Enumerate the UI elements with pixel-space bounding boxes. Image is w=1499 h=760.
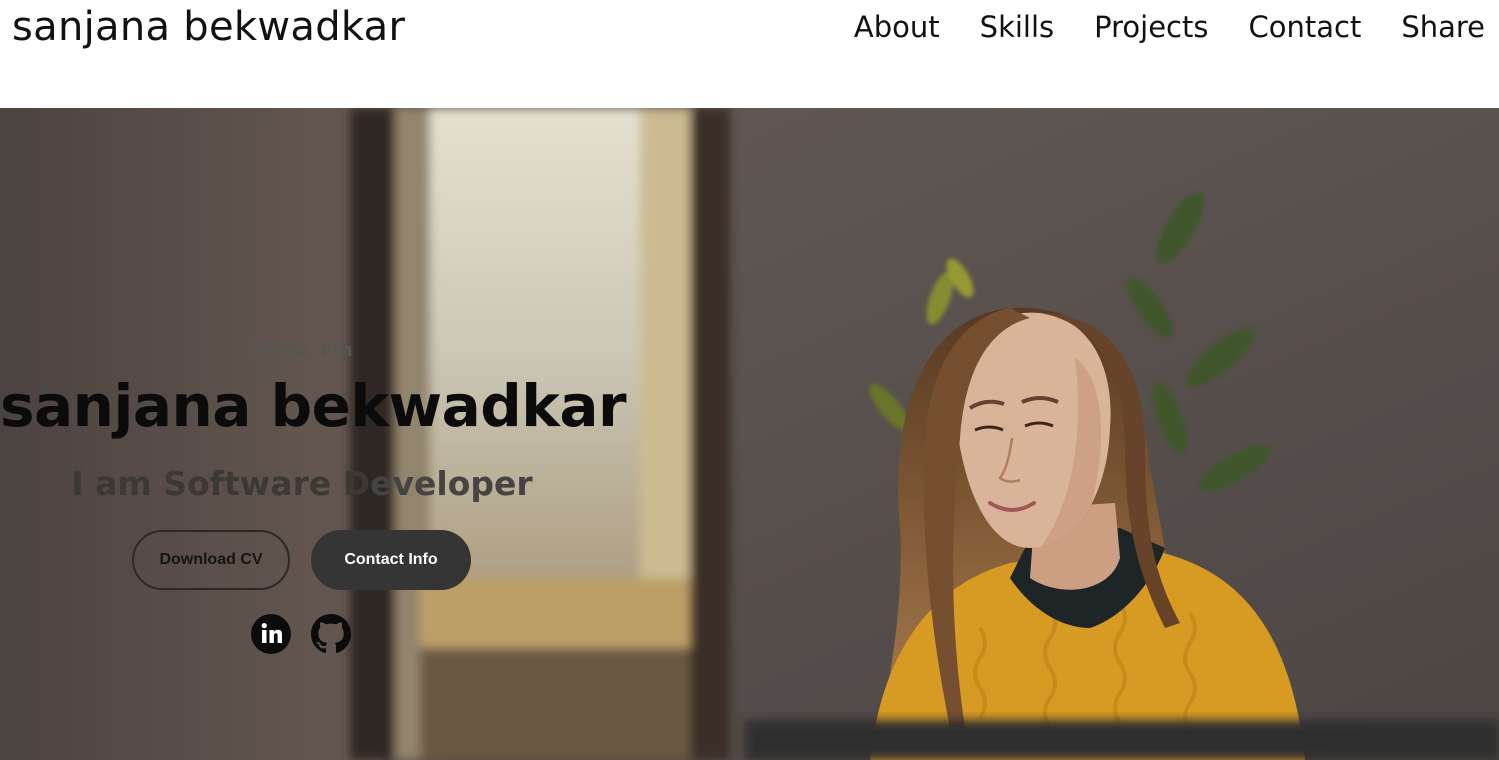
- github-icon[interactable]: [311, 614, 351, 654]
- nav-link-projects[interactable]: Projects: [1094, 10, 1208, 44]
- hero-role-part1: I am Software D: [71, 464, 371, 503]
- hero-section: Hello, I'm sanjana bekwadkar I am Softwa…: [0, 108, 1499, 760]
- linkedin-icon[interactable]: [251, 614, 291, 654]
- contact-info-button[interactable]: Contact Info: [311, 530, 471, 590]
- top-navbar: sanjana bekwadkar About Skills Projects …: [0, 0, 1499, 108]
- hero-greeting: Hello, I'm: [251, 339, 353, 361]
- hero-name: sanjana bekwadkar: [0, 372, 627, 440]
- download-cv-button[interactable]: Download CV: [132, 530, 290, 590]
- nav-link-about[interactable]: About: [854, 10, 940, 44]
- main-nav: About Skills Projects Contact Share: [854, 10, 1485, 44]
- nav-link-contact[interactable]: Contact: [1248, 10, 1361, 44]
- nav-link-share[interactable]: Share: [1401, 10, 1485, 44]
- nav-link-skills[interactable]: Skills: [980, 10, 1054, 44]
- hero-role: I am Software Developer: [0, 464, 604, 503]
- hero-intro: Hello, I'm sanjana bekwadkar I am Softwa…: [0, 108, 627, 760]
- site-logo[interactable]: sanjana bekwadkar: [12, 4, 405, 50]
- hero-role-part2: eveloper: [370, 464, 533, 503]
